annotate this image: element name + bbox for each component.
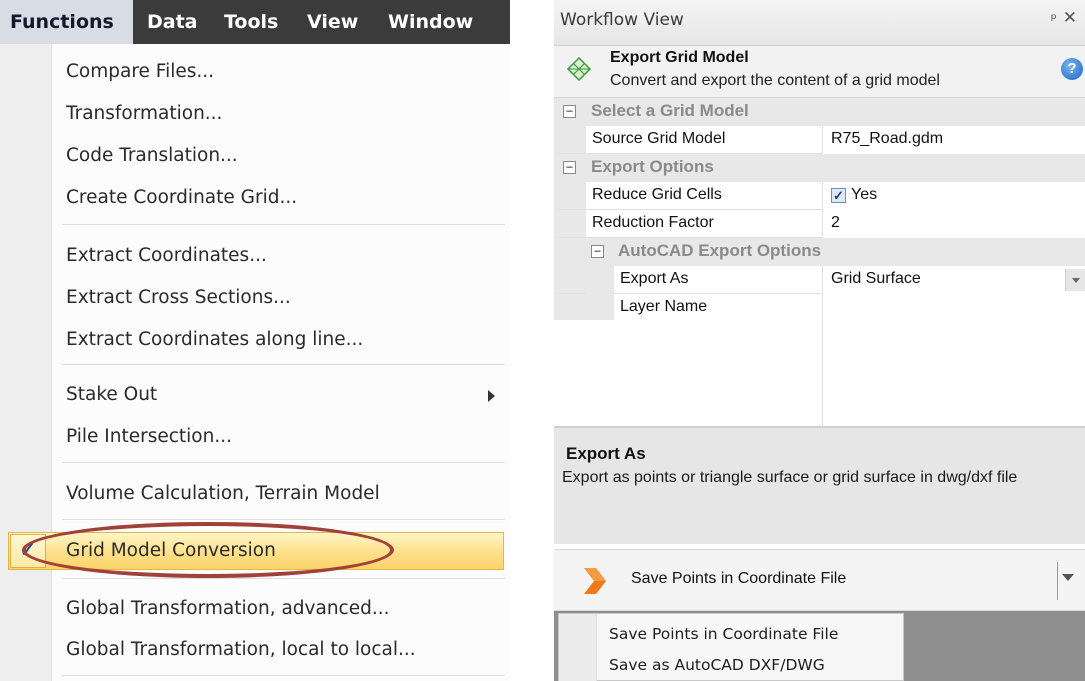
menu-item-global-transformation-local[interactable]: Global Transformation, local to local...	[52, 633, 505, 667]
menu-item-extract-coordinates-along-line[interactable]: Extract Coordinates along line...	[52, 323, 505, 357]
menu-separator	[62, 364, 505, 366]
action-split-button[interactable]: Save Points in Coordinate File	[554, 549, 1085, 611]
category-select-grid-model[interactable]: − Select a Grid Model	[554, 98, 1085, 126]
menubar: Functions Data Tools View Window	[0, 0, 510, 44]
category-autocad-export-options[interactable]: − AutoCAD Export Options	[554, 238, 1085, 266]
property-name: Source Grid Model	[592, 130, 726, 147]
submenu-arrow-icon	[488, 390, 495, 402]
menu-item-create-coordinate-grid[interactable]: Create Coordinate Grid...	[52, 181, 505, 215]
property-value: 2	[831, 214, 840, 231]
category-label: Export Options	[591, 157, 714, 176]
menu-item-global-transformation-advanced[interactable]: Global Transformation, advanced...	[52, 592, 505, 626]
property-name: Export As	[620, 270, 689, 287]
category-export-options[interactable]: − Export Options	[554, 154, 1085, 182]
callout-ellipse	[22, 522, 394, 578]
action-button-label[interactable]: Save Points in Coordinate File	[631, 570, 846, 588]
menu-separator	[62, 519, 505, 521]
menubar-tools[interactable]: Tools	[214, 0, 288, 44]
grid-model-icon	[566, 56, 592, 82]
menubar-data[interactable]: Data	[137, 0, 208, 44]
menubar-view[interactable]: View	[297, 0, 368, 44]
property-row-reduce-grid-cells[interactable]: Reduce Grid Cells ✓ Yes	[554, 182, 1085, 210]
menu-separator	[62, 462, 505, 464]
property-grid: − Select a Grid Model Source Grid Model …	[554, 98, 1085, 426]
menu-item-code-translation[interactable]: Code Translation...	[52, 139, 505, 173]
dropdown-icon-gutter	[559, 614, 597, 681]
property-value: R75_Road.gdm	[831, 130, 944, 147]
property-grid-empty-area	[554, 320, 1085, 426]
property-name: Reduction Factor	[592, 214, 714, 231]
menu-separator	[62, 675, 505, 677]
column-divider	[822, 320, 823, 426]
close-icon[interactable]: ✕	[1063, 8, 1077, 28]
help-icon[interactable]: ?	[1061, 58, 1083, 80]
yes-checkbox[interactable]: ✓	[831, 188, 846, 203]
property-value-cell[interactable]: Grid Surface	[822, 266, 1085, 294]
menu-item-stake-out[interactable]: Stake Out	[52, 378, 505, 412]
property-name: Layer Name	[620, 298, 708, 315]
property-name: Reduce Grid Cells	[592, 186, 722, 203]
property-row-reduction-factor[interactable]: Reduction Factor 2	[554, 210, 1085, 238]
property-row-layer-name[interactable]: Layer Name	[554, 294, 1085, 322]
property-value-cell[interactable]: R75_Road.gdm	[822, 126, 1085, 154]
menu-item-extract-coordinates[interactable]: Extract Coordinates...	[52, 239, 505, 273]
description-title: Export As	[566, 444, 646, 463]
split-button-separator	[1057, 562, 1058, 600]
menu-icon-gutter	[0, 44, 52, 681]
menu-item-pile-intersection[interactable]: Pile Intersection...	[52, 420, 505, 454]
menu-separator	[62, 578, 505, 580]
orange-arrow-icon	[584, 568, 606, 594]
chevron-down-icon[interactable]	[1065, 269, 1085, 291]
chevron-down-icon[interactable]	[1062, 574, 1074, 581]
collapse-icon[interactable]: −	[563, 105, 576, 118]
property-value-cell[interactable]: 2	[822, 210, 1085, 238]
property-description: Export As Export as points or triangle s…	[554, 426, 1085, 544]
menu-item-extract-cross-sections[interactable]: Extract Cross Sections...	[52, 281, 505, 315]
workflow-header-subtitle: Convert and export the content of a grid…	[610, 72, 940, 89]
functions-menu-panel: Functions Data Tools View Window Compare…	[0, 0, 510, 681]
workflow-header: Export Grid Model Convert and export the…	[554, 46, 1085, 98]
menu-item-compare-files[interactable]: Compare Files...	[52, 55, 505, 89]
indent-gutter	[586, 294, 614, 322]
dropdown-item-save-autocad[interactable]: Save as AutoCAD DXF/DWG	[609, 651, 825, 679]
property-value-cell[interactable]: ✓ Yes	[822, 182, 1085, 210]
workflow-view-panel: Workflow View ᵖ ✕ Export Grid Model Conv…	[554, 0, 1085, 681]
property-row-export-as[interactable]: Export As Grid Surface	[554, 266, 1085, 294]
category-label: AutoCAD Export Options	[618, 241, 822, 260]
pin-icon[interactable]: ᵖ	[1051, 10, 1057, 28]
property-value: Grid Surface	[831, 270, 921, 287]
property-row-source-grid-model[interactable]: Source Grid Model R75_Road.gdm	[554, 126, 1085, 154]
menu-item-transformation[interactable]: Transformation...	[52, 97, 505, 131]
collapse-icon[interactable]: −	[591, 245, 604, 258]
collapse-icon[interactable]: −	[563, 161, 576, 174]
indent-gutter	[586, 266, 614, 294]
menu-item-volume-calculation[interactable]: Volume Calculation, Terrain Model	[52, 477, 505, 511]
menubar-window[interactable]: Window	[378, 0, 483, 44]
workflow-header-title: Export Grid Model	[610, 49, 749, 66]
workflow-title: Workflow View	[560, 10, 684, 30]
property-value: Yes	[851, 186, 878, 203]
menubar-functions[interactable]: Functions	[0, 0, 133, 44]
description-text: Export as points or triangle surface or …	[562, 469, 1018, 486]
menu-item-stake-out-label: Stake Out	[66, 384, 158, 405]
category-label: Select a Grid Model	[591, 101, 749, 120]
dropdown-item-save-points[interactable]: Save Points in Coordinate File	[609, 620, 838, 648]
action-dropdown-menu: Save Points in Coordinate File Save as A…	[558, 613, 904, 681]
workflow-titlebar: Workflow View ᵖ ✕	[554, 0, 1085, 46]
menu-separator	[62, 224, 505, 226]
property-value-cell[interactable]	[822, 294, 1085, 322]
